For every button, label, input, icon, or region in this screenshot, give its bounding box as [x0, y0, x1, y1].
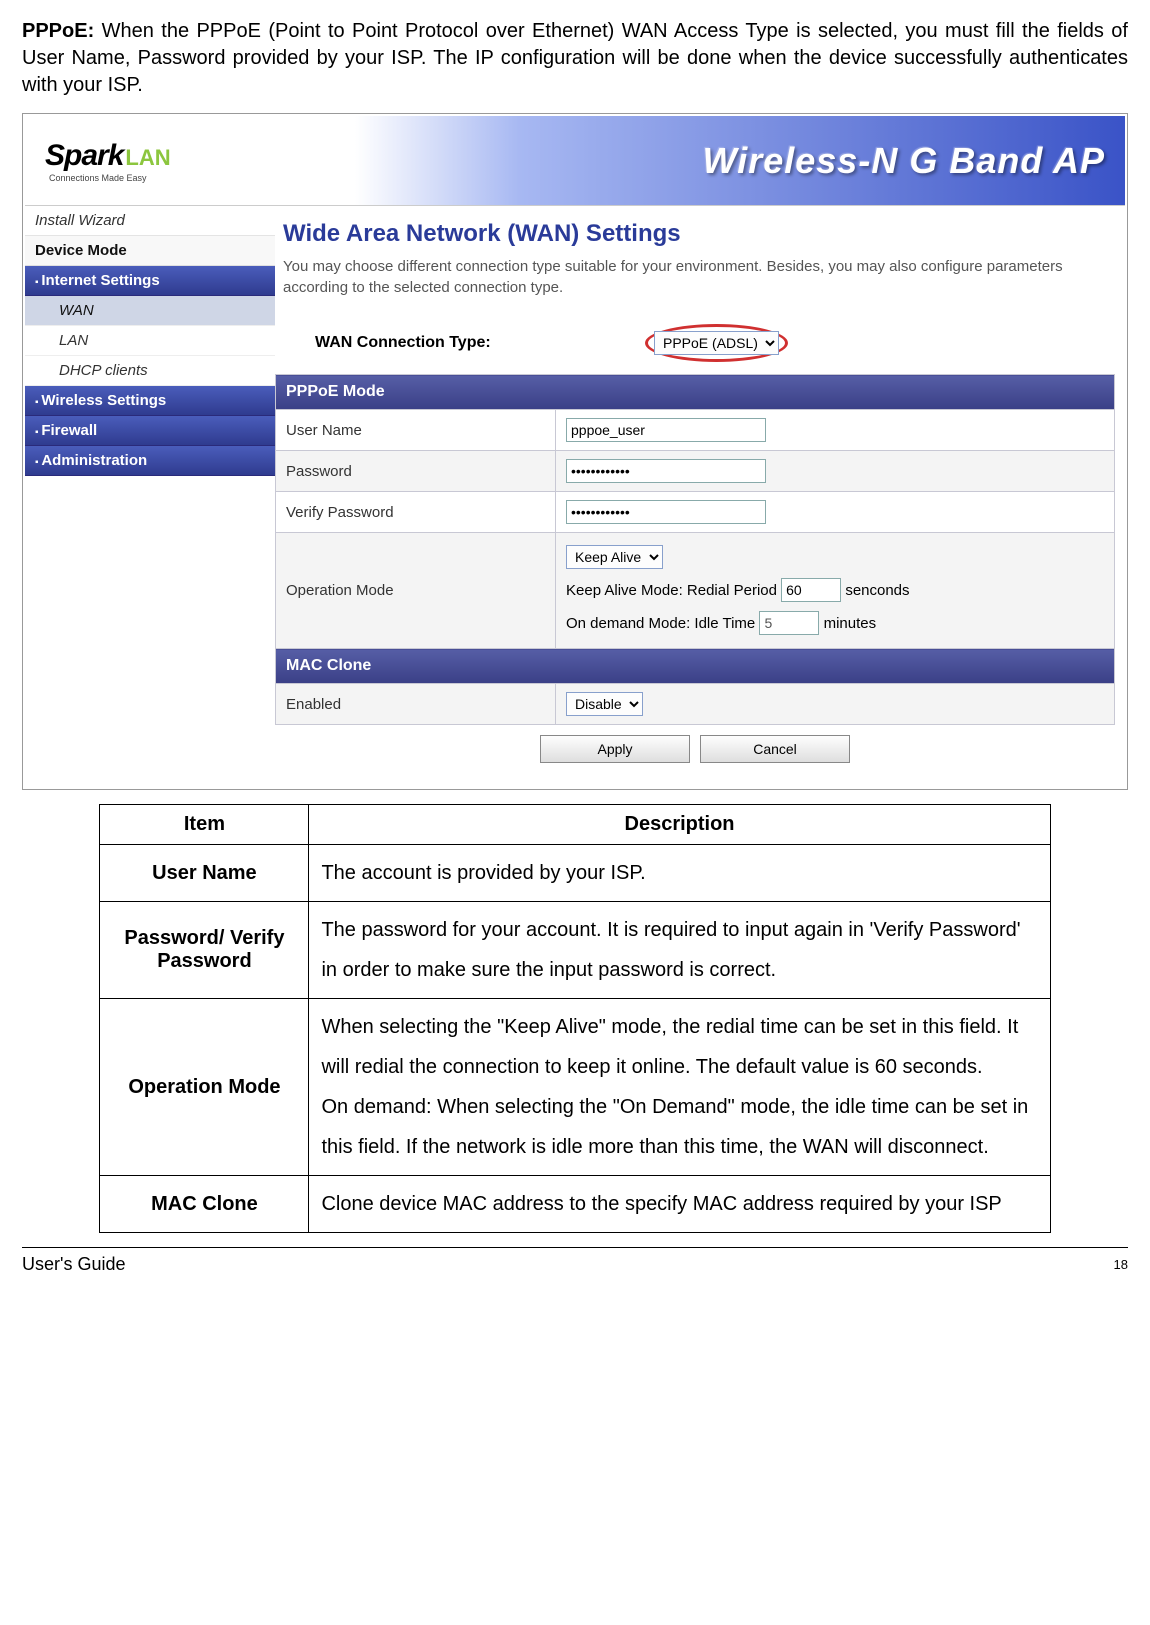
pppoe-section-header: PPPoE Mode	[276, 375, 1115, 410]
ondemand-prefix: On demand Mode: Idle Time	[566, 615, 755, 632]
keep-alive-prefix: Keep Alive Mode: Redial Period	[566, 582, 777, 599]
nav-install-wizard[interactable]: Install Wizard	[25, 206, 275, 236]
desc-row-desc: Clone device MAC address to the specify …	[309, 1176, 1050, 1233]
password-input[interactable]	[566, 459, 766, 483]
nav-dhcp-clients[interactable]: DHCP clients	[25, 356, 275, 386]
nav-internet-settings[interactable]: Internet Settings	[25, 266, 275, 296]
page-title: Wide Area Network (WAN) Settings	[275, 214, 1115, 256]
desc-row-item: Password/ Verify Password	[100, 902, 309, 999]
desc-row-desc: The account is provided by your ISP.	[309, 845, 1050, 902]
desc-row-item: MAC Clone	[100, 1176, 309, 1233]
page-number: 18	[1114, 1257, 1128, 1272]
intro-paragraph: PPPoE: When the PPPoE (Point to Point Pr…	[22, 18, 1128, 99]
logo-lan: LAN	[125, 145, 170, 171]
username-input[interactable]	[566, 418, 766, 442]
main-panel: Wide Area Network (WAN) Settings You may…	[275, 206, 1125, 787]
nav-firewall[interactable]: Firewall	[25, 416, 275, 446]
pppoe-table: PPPoE Mode User Name Password Verify Pas…	[275, 374, 1115, 725]
nav-device-mode[interactable]: Device Mode	[25, 236, 275, 266]
sidebar-nav: Install Wizard Device Mode Internet Sett…	[25, 206, 275, 787]
verify-password-label: Verify Password	[276, 492, 556, 533]
desc-row-item: Operation Mode	[100, 999, 309, 1176]
nav-wireless-settings[interactable]: Wireless Settings	[25, 386, 275, 416]
logo-spark: Spark	[45, 139, 123, 173]
mac-clone-section-header: MAC Clone	[276, 649, 1115, 684]
mac-enabled-label: Enabled	[276, 684, 556, 725]
desc-row-desc: When selecting the "Keep Alive" mode, th…	[309, 999, 1050, 1176]
nav-administration[interactable]: Administration	[25, 446, 275, 476]
operation-mode-select[interactable]: Keep Alive	[566, 545, 663, 569]
apply-button[interactable]: Apply	[540, 735, 690, 763]
password-label: Password	[276, 451, 556, 492]
nav-lan[interactable]: LAN	[25, 326, 275, 356]
desc-header-item: Item	[100, 805, 309, 845]
intro-body: When the PPPoE (Point to Point Protocol …	[22, 20, 1128, 96]
screenshot-panel: Spark LAN Connections Made Easy Wireless…	[22, 113, 1128, 790]
logo: Spark LAN Connections Made Easy	[45, 139, 171, 183]
operation-mode-label: Operation Mode	[276, 533, 556, 649]
page-description: You may choose different connection type…	[275, 256, 1115, 316]
verify-password-input[interactable]	[566, 500, 766, 524]
ondemand-suffix: minutes	[824, 615, 877, 632]
nav-wan[interactable]: WAN	[25, 296, 275, 326]
wan-type-highlight: PPPoE (ADSL)	[645, 324, 788, 362]
desc-row-item: User Name	[100, 845, 309, 902]
wan-type-select[interactable]: PPPoE (ADSL)	[654, 331, 779, 355]
keep-alive-suffix: senconds	[845, 582, 909, 599]
idle-time-input[interactable]	[759, 611, 819, 635]
banner-title: Wireless-N G Band AP	[703, 140, 1105, 182]
intro-prefix: PPPoE:	[22, 20, 94, 42]
desc-header-description: Description	[309, 805, 1050, 845]
desc-row-desc: The password for your account. It is req…	[309, 902, 1050, 999]
logo-tagline: Connections Made Easy	[49, 173, 171, 183]
mac-enabled-select[interactable]: Disable	[566, 692, 643, 716]
wan-type-label: WAN Connection Type:	[315, 334, 625, 352]
cancel-button[interactable]: Cancel	[700, 735, 850, 763]
footer-left: User's Guide	[22, 1254, 125, 1275]
redial-period-input[interactable]	[781, 578, 841, 602]
banner: Spark LAN Connections Made Easy Wireless…	[25, 116, 1125, 206]
page-footer: User's Guide 18	[22, 1247, 1128, 1275]
description-table: Item Description User Name The account i…	[99, 804, 1050, 1233]
username-label: User Name	[276, 410, 556, 451]
